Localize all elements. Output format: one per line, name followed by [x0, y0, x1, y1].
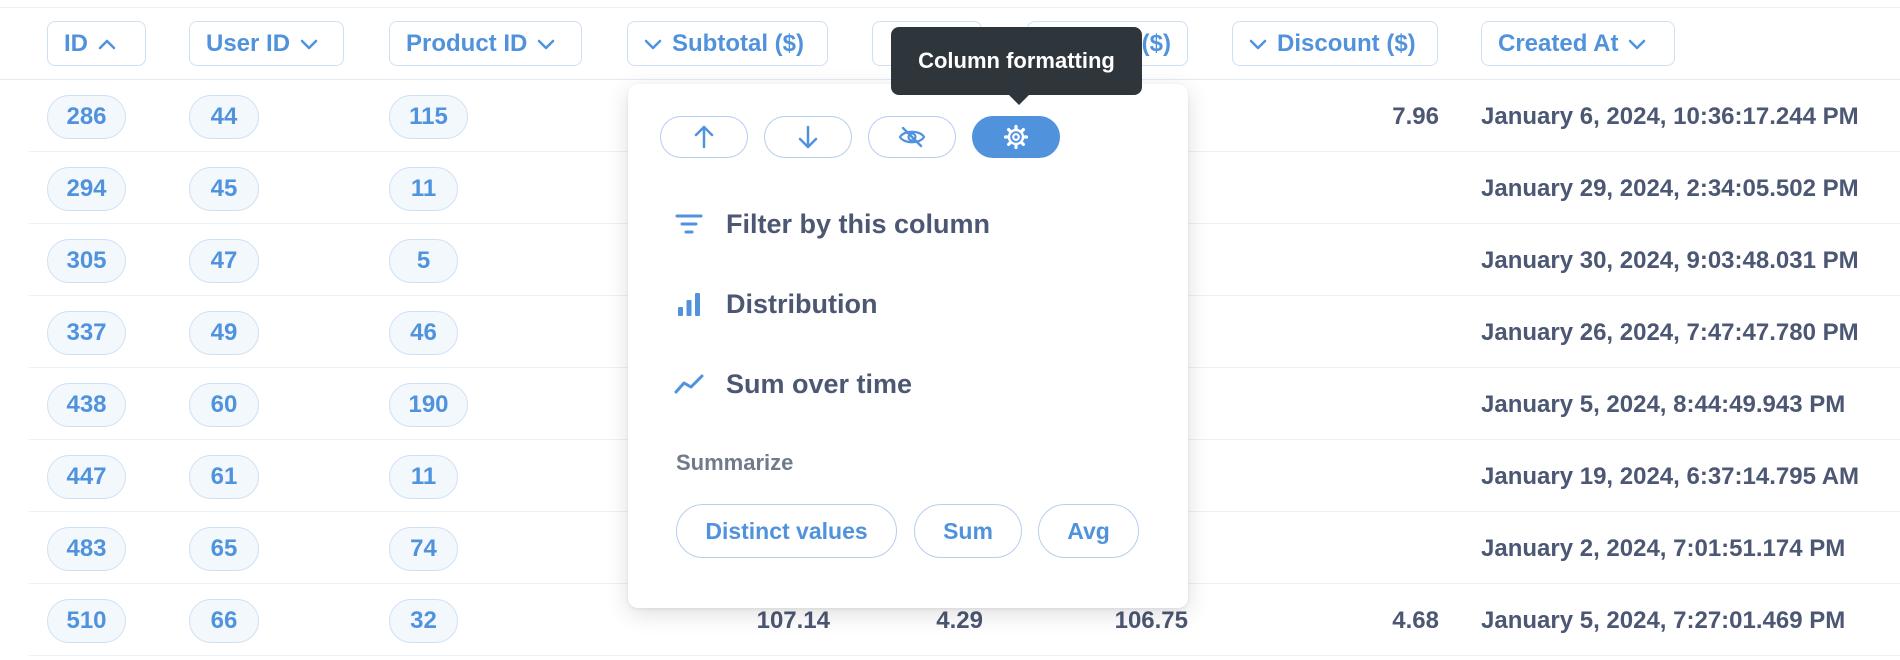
created-at-cell: January 5, 2024, 7:27:01.469 PM: [1481, 607, 1846, 634]
filter-by-column-item[interactable]: Filter by this column: [674, 204, 990, 244]
column-header-user-id[interactable]: User ID: [189, 21, 344, 66]
created-at-cell: January 2, 2024, 7:01:51.174 PM: [1481, 535, 1846, 562]
product-id-cell[interactable]: 11: [389, 167, 458, 211]
column-header-label: Created At: [1498, 29, 1619, 57]
created-at-cell: January 30, 2024, 9:03:48.031 PM: [1481, 247, 1859, 274]
user-id-cell[interactable]: 65: [189, 527, 259, 571]
gear-icon: [1003, 124, 1029, 150]
hide-column-button[interactable]: [868, 116, 956, 158]
column-header-label: ($): [1141, 29, 1171, 57]
column-header-created-at[interactable]: Created At: [1481, 21, 1675, 66]
subtotal-cell: 107.14: [756, 607, 830, 634]
id-cell[interactable]: 337: [47, 311, 126, 355]
summarize-heading: Summarize: [676, 450, 794, 475]
id-cell[interactable]: 447: [47, 455, 126, 499]
sort-descending-button[interactable]: [764, 116, 852, 158]
column-formatting-tooltip: Column formatting: [891, 27, 1142, 95]
total-cell: 106.75: [1114, 607, 1188, 634]
column-header-label: User ID: [206, 29, 291, 57]
user-id-cell[interactable]: 45: [189, 167, 259, 211]
distinct-values-button[interactable]: Distinct values: [676, 504, 897, 558]
id-cell[interactable]: 438: [47, 383, 126, 427]
user-id-cell[interactable]: 44: [189, 95, 259, 139]
tax-cell: 4.29: [936, 607, 983, 634]
column-header-id[interactable]: ID: [47, 21, 146, 66]
column-header-product-id[interactable]: Product ID: [389, 21, 582, 66]
chevron-down-icon: [644, 39, 662, 49]
chevron-up-icon: [98, 39, 116, 49]
top-border: [0, 7, 1900, 8]
bar-chart-icon: [674, 289, 704, 319]
product-id-cell[interactable]: 11: [389, 455, 458, 499]
sort-ascending-button[interactable]: [660, 116, 748, 158]
user-id-cell[interactable]: 66: [189, 599, 259, 643]
arrow-down-icon: [798, 125, 818, 149]
line-chart-icon: [674, 369, 704, 399]
column-header-label: Discount ($): [1277, 29, 1416, 57]
user-id-cell[interactable]: 60: [189, 383, 259, 427]
arrow-up-icon: [694, 125, 714, 149]
product-id-cell[interactable]: 46: [389, 311, 458, 355]
created-at-cell: January 6, 2024, 10:36:17.244 PM: [1481, 103, 1859, 130]
created-at-cell: January 5, 2024, 8:44:49.943 PM: [1481, 391, 1846, 418]
row-divider: [29, 655, 1900, 656]
chevron-down-icon: [300, 39, 318, 49]
chevron-down-icon: [1249, 39, 1267, 49]
product-id-cell[interactable]: 32: [389, 599, 458, 643]
chevron-down-icon: [1629, 39, 1646, 49]
tooltip-arrow: [1008, 94, 1030, 105]
column-actions-popover: Filter by this column Distribution Sum o…: [628, 84, 1188, 608]
column-header-discount[interactable]: Discount ($): [1232, 21, 1438, 66]
user-id-cell[interactable]: 49: [189, 311, 259, 355]
created-at-cell: January 26, 2024, 7:47:47.780 PM: [1481, 319, 1859, 346]
product-id-cell[interactable]: 74: [389, 527, 458, 571]
distribution-item[interactable]: Distribution: [674, 284, 877, 324]
column-header-label: Subtotal ($): [672, 29, 804, 57]
product-id-cell[interactable]: 115: [389, 95, 468, 139]
avg-button[interactable]: Avg: [1038, 504, 1139, 558]
product-id-cell[interactable]: 5: [389, 239, 458, 283]
created-at-cell: January 19, 2024, 6:37:14.795 AM: [1481, 463, 1860, 490]
filter-icon: [674, 209, 704, 239]
id-cell[interactable]: 510: [47, 599, 126, 643]
discount-cell: 4.68: [1392, 607, 1439, 634]
id-cell[interactable]: 286: [47, 95, 126, 139]
id-cell[interactable]: 483: [47, 527, 126, 571]
product-id-cell[interactable]: 190: [389, 383, 468, 427]
id-cell[interactable]: 305: [47, 239, 126, 283]
eye-off-icon: [898, 126, 926, 148]
user-id-cell[interactable]: 47: [189, 239, 259, 283]
discount-cell: 7.96: [1392, 103, 1439, 130]
column-header-subtotal[interactable]: Subtotal ($): [627, 21, 828, 66]
sum-button[interactable]: Sum: [914, 504, 1022, 558]
sum-over-time-item[interactable]: Sum over time: [674, 364, 912, 404]
column-header-label: ID: [64, 29, 88, 57]
column-header-label: Product ID: [406, 29, 528, 57]
column-formatting-button[interactable]: [972, 116, 1060, 158]
chevron-down-icon: [538, 39, 555, 49]
id-cell[interactable]: 294: [47, 167, 126, 211]
user-id-cell[interactable]: 61: [189, 455, 259, 499]
created-at-cell: January 29, 2024, 2:34:05.502 PM: [1481, 175, 1859, 202]
